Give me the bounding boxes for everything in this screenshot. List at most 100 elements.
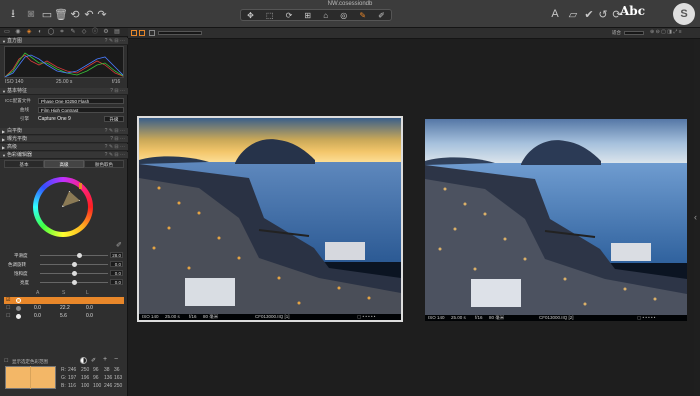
slider-label: 亮度 <box>20 280 29 285</box>
readout-value: 116 <box>68 383 76 389</box>
add-icon[interactable]: + <box>103 356 107 363</box>
folder-icon[interactable]: ▭ <box>40 7 54 21</box>
keystone-tool-icon[interactable]: ⌂ <box>323 11 328 20</box>
pan-tool-icon[interactable]: ✥ <box>247 11 254 20</box>
table-row[interactable]: ☐ 0.0 5.6 0.0 <box>4 313 124 320</box>
tab-skin-tone[interactable]: 肤色取色 <box>84 160 124 168</box>
redo-icon[interactable]: ↷ <box>95 7 109 21</box>
row-s: 22.2 <box>60 305 70 311</box>
zoom-slider[interactable] <box>624 31 644 35</box>
slider-value[interactable]: 0.0 <box>110 270 123 276</box>
photo-variant-2[interactable]: ISO 140 25.00 s f/16 80 毫米 CF013000.IIQ … <box>425 119 687 321</box>
slider-label: 色调旋转 <box>8 262 26 267</box>
exposure-tab-icon[interactable]: ◐ <box>36 29 44 36</box>
app-badge-icon[interactable]: S <box>673 3 695 25</box>
range-handle[interactable] <box>79 183 82 189</box>
tab-advanced[interactable]: 高级 <box>44 160 84 168</box>
row-checkbox[interactable]: ☑ <box>6 297 10 304</box>
row-l: 0.0 <box>86 305 93 311</box>
slider-knob[interactable] <box>72 262 77 267</box>
panel-expand-handle[interactable]: ‹ <box>694 210 700 224</box>
spot-tool-icon[interactable]: ◎ <box>340 11 347 20</box>
photo-iso: ISO 140 <box>142 314 159 319</box>
table-header: A S L <box>4 290 124 297</box>
readout-value: 196 <box>81 375 90 381</box>
details-tab-icon[interactable]: ✎ <box>69 29 77 36</box>
capture-tab-icon[interactable]: ◉ <box>14 29 22 36</box>
table-row[interactable]: ☑ <box>4 297 124 304</box>
curve-select[interactable]: Film High Contrast <box>38 107 124 113</box>
readout-value: 250 <box>81 367 90 373</box>
exposure-balance-section[interactable]: ▶ 曝光平衡? ⊟ ⋯ <box>0 136 128 143</box>
photo-image <box>425 119 687 315</box>
zoom-tools[interactable]: ⊕ ⊖ ▢ ◨ ⤢ ≡ <box>650 29 682 35</box>
readout-value: 197 <box>68 375 77 381</box>
photo-rating[interactable]: ▢ • • • • • <box>357 314 375 320</box>
eyedropper-icon[interactable]: ✐ <box>116 241 122 249</box>
crop-tool-icon[interactable]: ⊞ <box>304 11 311 20</box>
apply-icon[interactable]: ✔ <box>582 7 596 21</box>
copy-icon[interactable]: ▱ <box>566 7 580 21</box>
thumbnail-size-slider[interactable] <box>158 31 202 35</box>
hdr-section[interactable]: ▶ 高级? ✎ ⊟ ⋯ <box>0 144 128 151</box>
slider-knob[interactable] <box>77 253 82 258</box>
history-icon[interactable]: ⟲ <box>68 7 82 21</box>
photo-iso: ISO 140 <box>428 315 445 320</box>
photo-shutter: 25.00 s <box>451 315 466 320</box>
icc-profile-select[interactable]: Phase One IQ250 Flash <box>38 98 124 104</box>
composition-tab-icon[interactable]: ⌗ <box>58 29 66 36</box>
undo-icon[interactable]: ↶ <box>82 7 96 21</box>
icc-profile-label: ICC配置文件 <box>5 98 31 103</box>
select-tool-icon[interactable]: ⬚ <box>266 11 274 20</box>
photo-aperture: f/16 <box>189 314 197 319</box>
slider-value[interactable]: 28.0 <box>110 252 123 258</box>
camera-icon[interactable]: ◙ <box>24 7 38 21</box>
brush-tool-icon[interactable]: ✎ <box>359 11 366 20</box>
color-tab-icon[interactable]: ◈ <box>25 29 33 36</box>
tab-basic[interactable]: 基本 <box>4 160 44 168</box>
metadata-tab-icon[interactable]: ⓘ <box>91 29 99 36</box>
reset-icon[interactable]: ↺ <box>596 7 610 21</box>
base-characteristics-section[interactable]: ▼ 基本特征? ⊟ ⋯ <box>0 88 128 95</box>
library-tab-icon[interactable]: ▭ <box>3 29 11 36</box>
trash-icon[interactable]: 🗑 <box>54 7 68 21</box>
compare-view-icon[interactable] <box>149 30 155 36</box>
picker-tool-icon[interactable]: ✐ <box>378 11 385 20</box>
single-view-icon[interactable] <box>139 30 145 36</box>
histogram-section[interactable]: ▼ 直方图? ✎ ⊟ ⋯ <box>0 38 128 45</box>
import-icon[interactable]: ⭳ <box>6 7 20 21</box>
slider-value[interactable]: 0.0 <box>110 279 123 285</box>
table-row[interactable]: ☐ 0.0 22.2 0.0 <box>4 305 124 312</box>
slider-knob[interactable] <box>72 271 77 276</box>
photo-shutter: 25.00 s <box>165 314 180 319</box>
photo-rating[interactable]: ▢ • • • • • <box>637 315 655 321</box>
row-checkbox[interactable]: ☐ <box>6 313 10 320</box>
color-wheel[interactable] <box>33 177 93 237</box>
photo-variant-1[interactable]: ISO 140 25.00 s f/16 80 毫米 CF013000.IIQ … <box>137 116 403 322</box>
histogram-iso: ISO 140 <box>5 79 24 85</box>
row-a: 0.0 <box>34 313 41 319</box>
rotate-tool-icon[interactable]: ⟳ <box>286 11 293 20</box>
lens-tab-icon[interactable]: ◯ <box>47 29 55 36</box>
show-range-checkbox[interactable]: ☐ <box>4 358 8 364</box>
batch-tab-icon[interactable]: ▤ <box>113 29 121 36</box>
picker-icon[interactable]: ✐ <box>91 357 96 364</box>
output-tab-icon[interactable]: ⚙ <box>102 29 110 36</box>
grid-view-icon[interactable] <box>131 30 137 36</box>
slider-knob[interactable] <box>72 280 77 285</box>
white-balance-section[interactable]: ▶ 白平衡? ✎ ⊟ ⋯ <box>0 128 128 135</box>
photo-filename: CF013000.IIQ [1] <box>255 314 290 319</box>
remove-icon[interactable]: − <box>114 356 118 363</box>
tool-tabs: ▭ ◉ ◈ ◐ ◯ ⌗ ✎ ◇ ⓘ ⚙ ▤ <box>0 28 128 37</box>
row-checkbox[interactable]: ☐ <box>6 305 10 312</box>
row-s: 5.6 <box>60 313 67 319</box>
engine-upgrade-button[interactable]: 升级 <box>104 116 124 122</box>
color-editor-section[interactable]: ▼ 色彩编辑器? ✎ ⊟ ⋯ <box>0 152 128 159</box>
text-tool-icon[interactable]: A <box>548 7 562 21</box>
abc-label[interactable]: Abc <box>620 4 650 24</box>
local-tab-icon[interactable]: ◇ <box>80 29 88 36</box>
slider-track[interactable] <box>40 255 108 256</box>
contrast-icon[interactable] <box>80 357 87 364</box>
slider-label: 饱和度 <box>14 271 28 276</box>
slider-value[interactable]: 0.0 <box>110 261 123 267</box>
